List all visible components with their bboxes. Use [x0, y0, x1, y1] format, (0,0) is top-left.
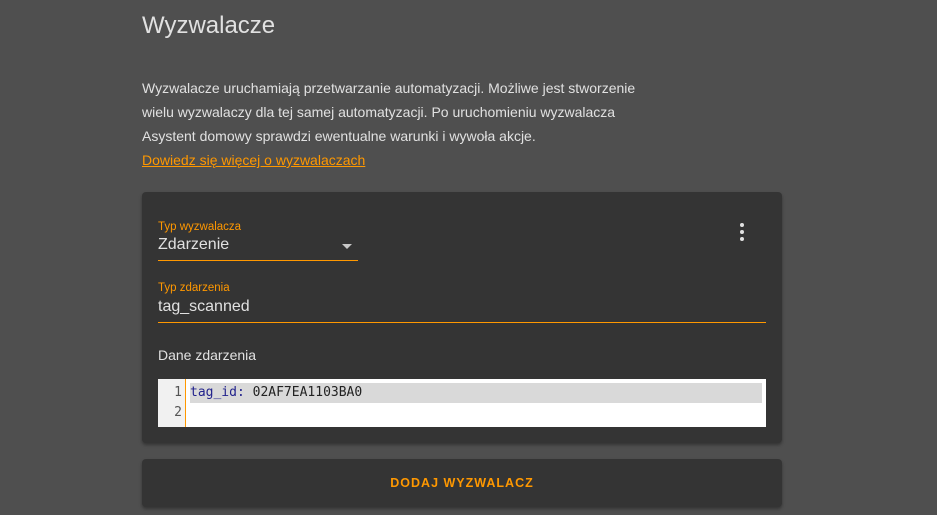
trigger-card: Typ wyzwalacza Zdarzenie Typ zdarzenia t…: [142, 192, 782, 443]
description-line: Asystent domowy sprawdzi ewentualne waru…: [142, 128, 536, 144]
menu-dot: [740, 237, 744, 241]
section-title: Wyzwalacze: [142, 12, 276, 39]
more-vert-icon[interactable]: [726, 218, 758, 246]
line-number: 2: [174, 405, 182, 420]
add-trigger-card: DODAJ WYZWALACZ: [142, 459, 782, 507]
description-line: wielu wyzwalaczy dla tej samej automatyz…: [142, 104, 616, 120]
learn-more-link[interactable]: Dowiedz się więcej o wyzwalaczach: [142, 148, 365, 172]
dropdown-arrow-icon: [342, 244, 352, 249]
trigger-type-value: Zdarzenie: [158, 236, 230, 253]
code-content[interactable]: tag_id: 02AF7EA1103BA0: [186, 379, 766, 427]
automation-editor-page: Wyzwalacze Wyzwalacze uruchamiają przetw…: [0, 0, 937, 515]
event-type-value: tag_scanned: [158, 298, 250, 315]
section-description: Wyzwalacze uruchamiają przetwarzanie aut…: [142, 76, 662, 148]
code-line[interactable]: tag_id: 02AF7EA1103BA0: [190, 383, 762, 403]
event-data-label: Dane zdarzenia: [158, 347, 257, 363]
menu-dot: [740, 223, 744, 227]
description-line: Wyzwalacze uruchamiają przetwarzanie aut…: [142, 80, 636, 96]
event-type-label: Typ zdarzenia: [158, 282, 230, 294]
event-type-input[interactable]: Typ zdarzenia tag_scanned: [158, 281, 766, 323]
add-trigger-button[interactable]: DODAJ WYZWALACZ: [142, 459, 782, 507]
event-data-editor[interactable]: 1 2 tag_id: 02AF7EA1103BA0: [158, 379, 766, 427]
line-number: 1: [174, 385, 182, 400]
yaml-value: 02AF7EA1103BA0: [244, 385, 363, 400]
line-number-gutter: 1 2: [158, 379, 186, 427]
menu-dot: [740, 230, 744, 234]
trigger-type-select[interactable]: Typ wyzwalacza Zdarzenie: [158, 220, 358, 261]
code-line[interactable]: [190, 403, 762, 423]
trigger-type-label: Typ wyzwalacza: [158, 221, 242, 233]
yaml-key: tag_id:: [190, 385, 245, 400]
